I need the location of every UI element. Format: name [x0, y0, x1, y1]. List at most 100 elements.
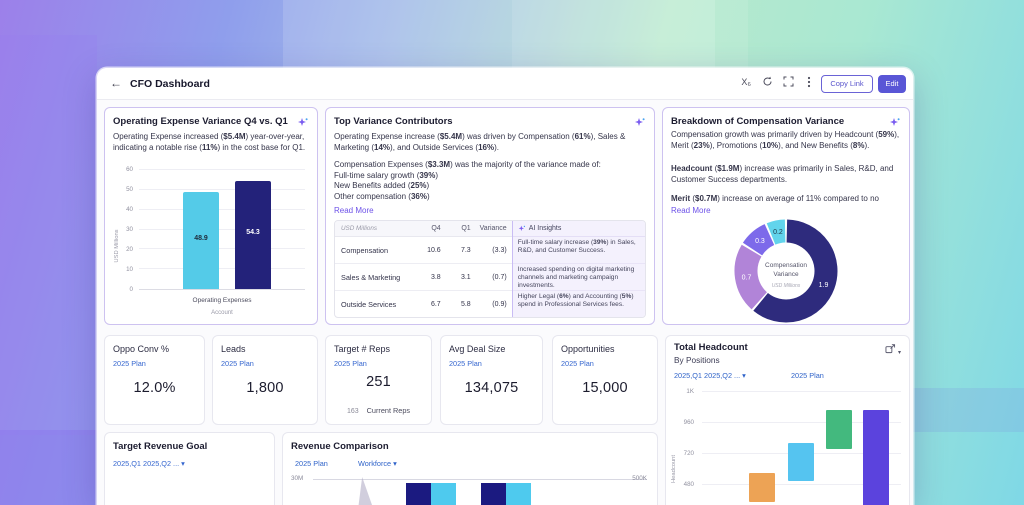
cell-q4: 10.6	[414, 247, 444, 254]
bar	[826, 410, 852, 449]
kpi-card-opportunities: Opportunities 2025 Plan 15,000	[552, 335, 658, 425]
card-comp-breakdown: Breakdown of Compensation Variance Compe…	[662, 107, 910, 325]
card-top-contributors: Top Variance Contributors Operating Expe…	[325, 107, 655, 325]
ai-insights-column: AI Insights Full-time salary increase (3…	[512, 221, 645, 317]
kpi-plan-link[interactable]: 2025 Plan	[113, 359, 146, 368]
kpi-card-target-reps: Target # Reps 2025 Plan 251 163Current R…	[325, 335, 432, 425]
bar	[863, 410, 889, 505]
chevron-down-icon: ▾	[393, 459, 397, 468]
left-axis-tick: 30M	[291, 475, 303, 482]
fullscreen-icon[interactable]	[783, 76, 794, 89]
copy-link-button[interactable]: Copy Link	[821, 75, 873, 93]
kpi-plan-link[interactable]: 2025 Plan	[449, 359, 482, 368]
table-row: Outside Services6.75.8(0.9)	[335, 291, 512, 318]
bar-value-label: 48.9	[183, 235, 219, 242]
table-row: Sales & Marketing3.83.1(0.7)	[335, 264, 512, 291]
page-title: CFO Dashboard	[130, 78, 210, 90]
kpi-value: 251	[326, 374, 431, 390]
gridline	[139, 189, 305, 190]
workforce-dropdown[interactable]: Workforce ▾	[358, 459, 397, 468]
y-tick-label: 30	[126, 226, 133, 233]
export-icon[interactable]: ▾	[885, 344, 901, 356]
card-title: Operating Expense Variance Q4 vs. Q1	[113, 116, 288, 127]
bar: 54.3	[235, 181, 271, 289]
kpi-plan-link[interactable]: 2025 Plan	[334, 359, 367, 368]
ai-insight-text: Higher Legal (6%) and Accounting (5%) sp…	[513, 291, 645, 318]
chevron-down-icon: ▾	[181, 459, 185, 468]
donut-segment-label: 1.9	[819, 282, 829, 289]
ai-detail-text-2: Merit ($0.7M) increase on average of 11%…	[671, 194, 901, 205]
donut-center-label: USD Millions	[772, 283, 801, 289]
kpi-plan-link[interactable]: 2025 Plan	[561, 359, 594, 368]
kpi-value: 15,000	[553, 380, 657, 396]
cell-variance: (3.3)	[474, 247, 512, 254]
plan-link[interactable]: 2025 Plan	[295, 459, 328, 468]
unit-header: USD Millions	[335, 225, 414, 232]
ai-detail-text: Headcount ($1.9M) increase was primarily…	[671, 164, 901, 185]
gridline	[139, 268, 305, 269]
y-tick-label: 480	[684, 481, 694, 488]
donut-segment-label: 0.3	[755, 238, 765, 245]
read-more-link[interactable]: Read More	[671, 206, 711, 215]
kpi-value: 134,075	[441, 380, 542, 396]
bar: 48.9	[183, 192, 219, 289]
kpi-title: Target # Reps	[334, 344, 390, 354]
background-mosaic	[0, 430, 97, 505]
ai-sparkle-icon	[889, 116, 901, 128]
refresh-icon[interactable]	[762, 76, 773, 89]
cell-variance: (0.7)	[474, 274, 512, 281]
back-arrow-icon[interactable]: ←	[110, 76, 122, 90]
col-variance: Variance	[474, 225, 512, 232]
cell-variance: (0.9)	[474, 301, 512, 308]
kpi-card-leads: Leads 2025 Plan 1,800	[212, 335, 318, 425]
dashboard-window: ← CFO Dashboard X₆ Copy Link Edit Operat…	[97, 68, 913, 505]
kpi-title: Avg Deal Size	[449, 344, 505, 354]
variables-icon[interactable]: X₆	[741, 77, 751, 87]
bar	[431, 483, 456, 505]
chart-plot-area	[702, 391, 901, 505]
donut-center-label: Variance	[773, 271, 799, 278]
bar	[749, 473, 775, 502]
opex-bar-chart: USD Millions 0102030405060 48.954.3 Oper…	[111, 166, 311, 320]
plan-link[interactable]: 2025 Plan	[791, 371, 824, 380]
quarter-filter-dropdown[interactable]: 2025,Q1 2025,Q2 ... ▾	[113, 459, 185, 468]
table-header-row: USD Millions Q4 Q1 Variance	[335, 221, 512, 237]
card-opex-variance: Operating Expense Variance Q4 vs. Q1 Ope…	[104, 107, 318, 325]
cell-q1: 5.8	[444, 301, 474, 308]
y-axis-ticks: 1K960720480	[674, 391, 698, 505]
row-name: Outside Services	[335, 300, 414, 309]
ai-insight-cells: Full-time salary increase (39%) in Sales…	[513, 237, 645, 318]
kpi-title: Oppo Conv %	[113, 344, 169, 354]
gridline	[139, 229, 305, 230]
edit-button[interactable]: Edit	[878, 75, 906, 93]
quarter-filter-dropdown[interactable]: 2025,Q1 2025,Q2 ... ▾	[674, 371, 746, 380]
row-name: Sales & Marketing	[335, 273, 414, 282]
kpi-plan-link[interactable]: 2025 Plan	[221, 359, 254, 368]
table-row: Compensation10.67.3(3.3)	[335, 237, 512, 264]
y-tick-label: 40	[126, 206, 133, 213]
card-target-revenue-goal: Target Revenue Goal 2025,Q1 2025,Q2 ... …	[104, 432, 275, 505]
background-mosaic	[912, 388, 1024, 432]
cell-q1: 3.1	[444, 274, 474, 281]
kpi-card-avg-deal-size: Avg Deal Size 2025 Plan 134,075	[440, 335, 543, 425]
card-title: Revenue Comparison	[291, 441, 389, 452]
col-q4: Q4	[414, 225, 444, 232]
kpi-title: Opportunities	[561, 344, 615, 354]
donut-center-label: Compensation	[765, 262, 807, 269]
read-more-link[interactable]: Read More	[334, 206, 374, 215]
table-rows: Compensation10.67.3(3.3)Sales & Marketin…	[335, 237, 512, 318]
background-mosaic	[0, 35, 97, 435]
y-tick-label: 60	[126, 166, 133, 173]
gridline	[139, 248, 305, 249]
card-title: Target Revenue Goal	[113, 441, 207, 452]
kpi-card-oppo-conv: Oppo Conv % 2025 Plan 12.0%	[104, 335, 205, 425]
ai-sparkle-icon	[297, 116, 309, 128]
kebab-menu-icon[interactable]	[807, 76, 811, 90]
variance-table: USD Millions Q4 Q1 Variance Compensation…	[334, 220, 646, 318]
card-revenue-comparison: Revenue Comparison 2025 Plan Workforce ▾…	[282, 432, 658, 505]
cell-q1: 7.3	[444, 247, 474, 254]
y-tick-label: 0	[130, 286, 133, 293]
ai-summary-text: Operating Expense increase ($5.4M) was d…	[334, 132, 646, 153]
cursor-graphic	[356, 477, 384, 505]
donut-segment-label: 0.2	[773, 229, 783, 236]
